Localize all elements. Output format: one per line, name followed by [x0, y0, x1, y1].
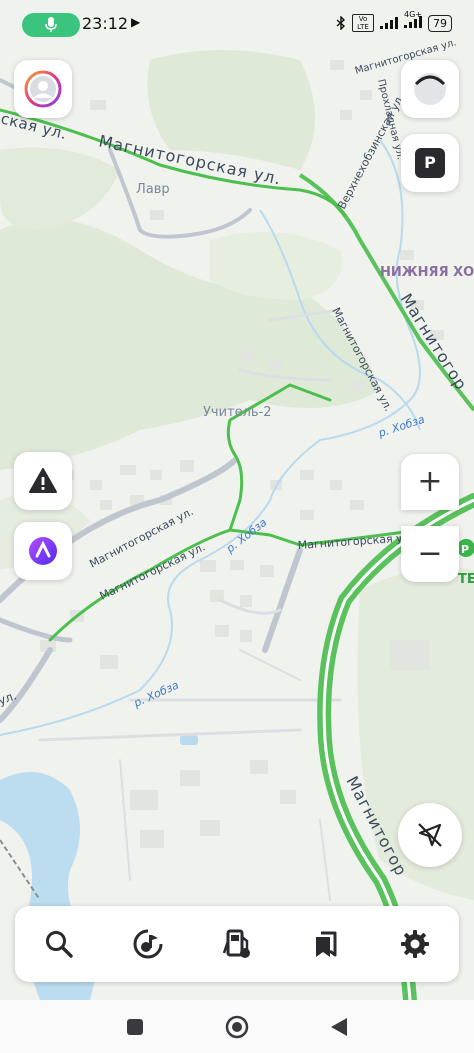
gas-stations-button[interactable] [207, 914, 267, 974]
place-label: Учитель-2 [203, 405, 272, 420]
battery-indicator: 79 [428, 14, 452, 32]
alice-assistant-button[interactable] [14, 522, 72, 580]
system-navigation-bar [0, 1000, 474, 1053]
svg-text:P: P [461, 543, 469, 556]
mic-indicator[interactable] [22, 13, 80, 37]
settings-button[interactable] [385, 914, 445, 974]
microphone-icon [45, 17, 57, 32]
location-off-icon [418, 823, 442, 847]
volte-badge: Vo LTE [352, 14, 374, 32]
music-icon [133, 929, 163, 959]
minus-icon: − [417, 536, 443, 571]
forest-area [210, 232, 342, 300]
compass-icon [414, 73, 446, 105]
search-icon [46, 931, 74, 958]
music-button[interactable] [118, 914, 178, 974]
parking-icon: P [415, 148, 445, 178]
bluetooth-icon [336, 16, 346, 30]
navigation-status-icon: ▶ [131, 15, 141, 29]
district-label: НИЖНЯЯ ХО [380, 265, 474, 280]
my-location-button[interactable] [398, 803, 462, 867]
zoom-in-button[interactable]: + [401, 454, 459, 510]
bottom-toolbar [15, 906, 459, 982]
search-button[interactable] [29, 914, 89, 974]
compass-button[interactable] [401, 60, 459, 118]
status-bar: 23:12 ▶ Vo LTE 4G+ 79 [0, 0, 474, 48]
alice-icon [29, 537, 57, 565]
clock: 23:12 [82, 14, 129, 33]
avatar-icon [24, 70, 62, 108]
network-type: 4G+ [404, 10, 422, 31]
fuel-icon [222, 929, 250, 958]
home-icon[interactable] [225, 1015, 249, 1039]
gear-icon [400, 930, 429, 958]
back-icon[interactable] [329, 1016, 349, 1038]
misc-label: ТЕ [458, 572, 474, 587]
plus-icon: + [417, 464, 443, 499]
bookmarks-icon [315, 931, 337, 957]
profile-button[interactable] [14, 60, 72, 118]
recents-icon[interactable] [125, 1017, 145, 1037]
signal-icon [380, 17, 398, 29]
system-icons: Vo LTE 4G+ 79 [336, 10, 452, 32]
bookmarks-button[interactable] [296, 914, 356, 974]
place-label: Лавр [136, 182, 170, 197]
warning-icon [29, 468, 57, 493]
parking-button[interactable]: P [401, 134, 459, 192]
zoom-out-button[interactable]: − [401, 526, 459, 582]
report-incident-button[interactable] [14, 452, 72, 510]
